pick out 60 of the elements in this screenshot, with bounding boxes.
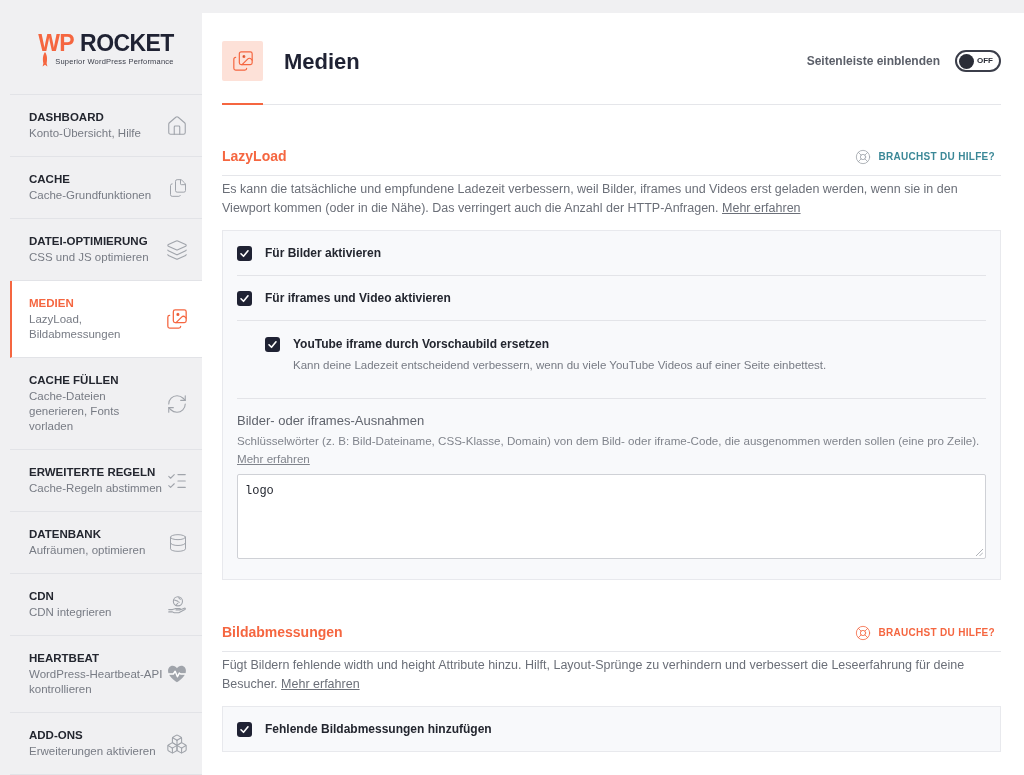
checkbox[interactable] [265, 337, 280, 352]
database-icon [168, 531, 188, 554]
checkbox[interactable] [237, 291, 252, 306]
nav-item-subtitle: CSS und JS optimieren [29, 250, 149, 265]
option-label: YouTube iframe durch Vorschaubild ersetzen [293, 336, 551, 353]
option-label: Für iframes und Video aktivieren [265, 290, 451, 307]
nav-item-title: HEARTBEAT [29, 651, 100, 665]
images-icon [166, 308, 188, 330]
nav-item-subtitle: Erweiterungen aktivieren [29, 744, 156, 759]
checkbox[interactable] [237, 246, 252, 261]
learn-more-link[interactable]: Mehr erfahren [281, 677, 360, 691]
nav-item-title: ERWEITERTE REGELN [29, 465, 156, 479]
field-description: Schlüsselwörter (z. B: Bild-Dateiname, CSS-Klasse, Domain) von dem Bild- oder iframe-Code, die ausgenommen werden sollen (eine pro Zeile). Mehr erfahren [237, 433, 981, 467]
option-label: Fehlende Bildabmessungen hinzufügen [265, 721, 492, 738]
nav-item-subtitle: Cache-Regeln abstimmen [29, 481, 162, 496]
refresh-icon [166, 392, 188, 415]
lifebuoy-icon [855, 148, 872, 165]
exclusions-textarea[interactable]: logo [237, 474, 986, 559]
nav-item-title: ADD-ONS [29, 728, 83, 742]
learn-more-link[interactable]: Mehr erfahren [237, 452, 310, 465]
option-description: Kann deine Ladezeit entscheidend verbessern, wenn du viele YouTube Videos auf einer Seite einbettest. [293, 358, 827, 373]
nav-item-title: DATEI-OPTIMIERUNG [29, 234, 148, 248]
nav-item-subtitle: WordPress-Heartbeat-API kontrollieren [29, 667, 164, 697]
logo-prefix: WP [38, 32, 75, 55]
nav-item-title: CDN [29, 589, 54, 603]
nav-item-title: CACHE [29, 172, 70, 186]
images-icon [222, 41, 263, 81]
help-link[interactable]: BRAUCHST DU HILFE? [855, 148, 1001, 165]
section-title: Bildabmessungen [222, 623, 343, 642]
page-title: Medien [284, 47, 360, 76]
toggle-label: Seitenleiste einblenden [806, 53, 940, 70]
nav-item-subtitle: LazyLoad, Bildabmessungen [29, 312, 122, 342]
rocket-icon [41, 52, 50, 68]
nav-item-subtitle: Cache-Grundfunktionen [29, 188, 152, 203]
field-label: Bilder- oder iframes-Ausnahmen [237, 412, 426, 430]
logo-name: ROCKET [80, 32, 174, 55]
cubes-icon [166, 732, 188, 755]
layers-icon [166, 238, 188, 261]
option-label: Für Bilder aktivieren [265, 245, 382, 262]
section-description: Fügt Bildern fehlende width und height Attribute hinzu. Hilft, Layout-Sprünge zu verhindern und verbessert die Leseerfahrung für deine Besucher. Mehr erfahren [222, 657, 966, 693]
checkbox[interactable] [237, 722, 252, 737]
nav-item-title: DATENBANK [29, 527, 101, 541]
sidebar-nav-item[interactable]: MEDIEN LazyLoad, Bildabmessungen [10, 281, 202, 358]
nav-item-title: CACHE FÜLLEN [29, 373, 119, 387]
nav-item-title: DASHBOARD [29, 110, 104, 124]
document-icon [168, 177, 188, 198]
lifebuoy-icon [855, 624, 872, 641]
globe-hand-icon [166, 593, 188, 616]
sidebar-toggle[interactable]: OFF [955, 50, 1001, 72]
learn-more-link[interactable]: Mehr erfahren [722, 201, 801, 215]
section-title: LazyLoad [222, 147, 287, 166]
nav-item-subtitle: Konto-Übersicht, Hilfe [29, 126, 141, 141]
house-icon [166, 114, 188, 137]
section-description: Es kann die tatsächliche und empfundene Ladezeit verbessern, weil Bilder, iframes und Videos erst geladen werden, wenn sie in den Viewport kommen (oder in die Nähe). Das verringert auch die Anzahl der HTTP-Anfragen. Mehr erfahren [222, 181, 959, 217]
nav-item-subtitle: CDN integrieren [29, 605, 112, 620]
resize-grip-icon[interactable] [976, 549, 983, 556]
nav-item-subtitle: Cache-Dateien generieren, Fonts vorladen [29, 389, 121, 434]
nav-item-title: MEDIEN [29, 296, 74, 310]
heart-pulse-icon [166, 663, 188, 685]
nav-item-subtitle: Aufräumen, optimieren [29, 543, 146, 558]
